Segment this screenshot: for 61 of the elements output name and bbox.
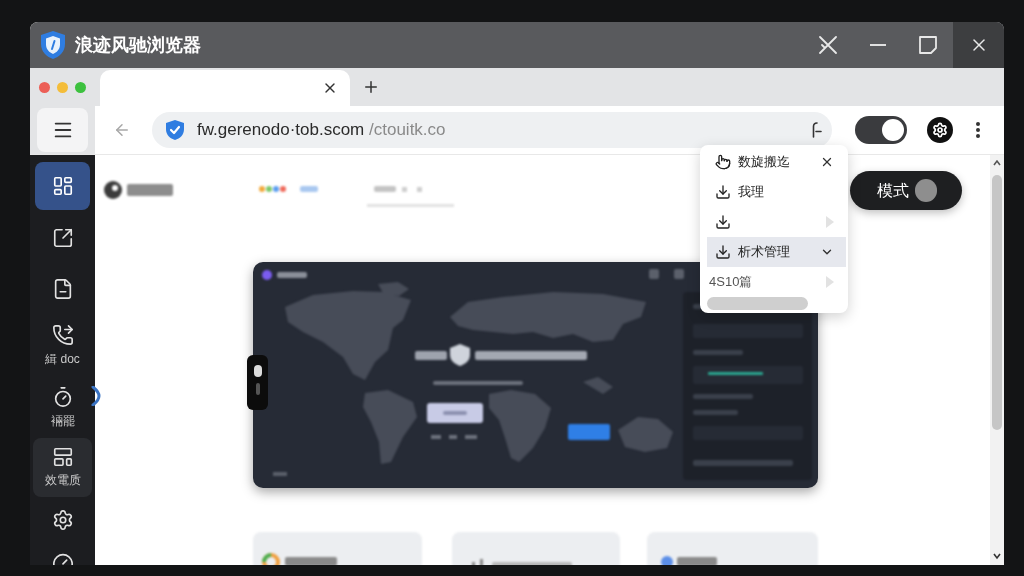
square-icon [674, 269, 684, 279]
more-button[interactable] [976, 122, 980, 138]
handle-knob-icon [253, 365, 262, 377]
triangle-right-icon [826, 276, 834, 288]
menu-item[interactable]: 我理 [707, 177, 846, 207]
settings-button[interactable] [927, 117, 953, 143]
scroll-up-icon [993, 159, 1001, 167]
more-vertical-icon [976, 122, 980, 138]
scroll-down-icon [993, 552, 1001, 560]
menu-item[interactable]: 数旋搬迄 [707, 147, 846, 177]
function-icon [812, 122, 822, 138]
url-text: fw.gerenodo·tob.scom /ctouitk.co [197, 119, 446, 142]
sidebar-item[interactable] [35, 162, 90, 210]
layout-icon [51, 446, 74, 468]
blurred-text-drawing [273, 472, 287, 476]
download-icon [715, 214, 731, 230]
cross-icon [819, 36, 837, 54]
sidebar-item[interactable]: 效電质 [33, 438, 92, 497]
island-drawing [583, 377, 613, 394]
close-icon [820, 155, 834, 169]
window-title: 浪迹风驰浏览器 [75, 33, 201, 57]
blurred-button-drawing [427, 403, 483, 423]
blurred-text-drawing [431, 435, 477, 439]
triangle-right-icon [826, 216, 834, 228]
menu-item[interactable]: 析术管理 [707, 237, 846, 267]
plus-icon [362, 78, 380, 96]
menu-item[interactable]: 4S10篇 [707, 267, 846, 297]
handle-bar-icon [255, 383, 260, 395]
square-icon [649, 269, 659, 279]
restore-icon [919, 36, 937, 54]
blurred-button-drawing [568, 424, 610, 440]
blurred-text-drawing [415, 351, 447, 360]
pointer-icon [715, 154, 731, 170]
shield-logo-icon [40, 30, 66, 60]
dashboard-icon [51, 175, 74, 197]
page-logo-drawing [103, 179, 175, 201]
sidebar-item[interactable]: 裲罷 [35, 377, 90, 432]
phone-forward-icon [51, 324, 74, 346]
scrollbar[interactable] [990, 155, 1004, 565]
settings-icon [932, 122, 948, 138]
download-icon [715, 244, 731, 260]
new-tab-button[interactable] [362, 78, 380, 96]
preview-logo-drawing [262, 270, 307, 280]
mode-button[interactable]: 模式 [850, 171, 962, 210]
close-button[interactable] [953, 22, 1004, 68]
side-handle[interactable] [247, 355, 268, 410]
continent-drawing [618, 417, 673, 452]
shield-check-icon [165, 119, 185, 141]
shield-icon [450, 344, 470, 366]
address-field[interactable]: fw.gerenodo·tob.scom /ctouitk.co [152, 112, 832, 148]
menu-button[interactable] [37, 108, 88, 152]
continent-drawing [489, 390, 551, 462]
scrollbar-thumb[interactable] [992, 175, 1002, 430]
knob-icon [915, 179, 937, 202]
minimize-icon [870, 44, 886, 46]
sidebar-item[interactable]: 緝 doc [35, 315, 90, 371]
download-icon [715, 184, 731, 200]
chevron-right-icon[interactable] [91, 386, 101, 406]
share-icon [51, 227, 74, 249]
settings-icon [51, 509, 74, 531]
toggle-switch[interactable] [855, 116, 907, 144]
